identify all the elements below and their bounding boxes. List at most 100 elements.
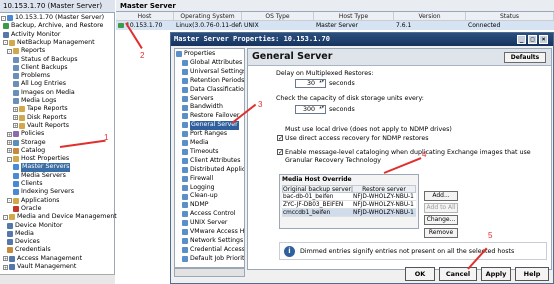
- expand-icon[interactable]: +: [13, 115, 18, 121]
- tree-item[interactable]: Media: [7, 230, 34, 238]
- tree-item[interactable]: - 10.153.1.70 (Master Server): [1, 14, 104, 22]
- column-header-host[interactable]: Host: [116, 12, 174, 21]
- tree-item[interactable]: Media Logs: [13, 97, 56, 105]
- properties-tree-item[interactable]: Data Classification: [182, 86, 244, 94]
- properties-tree-item[interactable]: Distributed Applicatio: [182, 166, 244, 174]
- minimize-icon[interactable]: _: [517, 35, 526, 44]
- tree-item[interactable]: + Vault Reports: [13, 122, 69, 130]
- column-header-status[interactable]: Status: [466, 12, 554, 21]
- cell-os[interactable]: Linux(3.0.76-0.11-defa...: [174, 21, 242, 30]
- properties-tree-item[interactable]: Universal Settings: [182, 68, 244, 76]
- properties-tree-item[interactable]: Port Ranges: [182, 130, 227, 138]
- override-original-1[interactable]: ZYC-JF-DB03_BEIFEN: [282, 201, 352, 209]
- tree-item[interactable]: + Tape Reports: [13, 105, 68, 113]
- properties-tree-scrollbar[interactable]: [174, 268, 245, 277]
- column-header-version[interactable]: Version: [394, 12, 466, 21]
- expand-icon[interactable]: +: [13, 106, 18, 112]
- check-capacity-spinner[interactable]: 300: [295, 105, 326, 114]
- tree-item[interactable]: - Media and Device Management: [3, 213, 117, 221]
- tree-item[interactable]: Status of Backups: [13, 56, 78, 64]
- tree-item[interactable]: Activity Monitor: [3, 31, 61, 39]
- collapse-icon[interactable]: -: [3, 214, 8, 220]
- expand-icon[interactable]: +: [3, 264, 8, 270]
- tree-item[interactable]: Images on Media: [13, 89, 75, 97]
- add-to-all-button[interactable]: Add to All: [424, 203, 458, 213]
- collapse-icon[interactable]: -: [1, 15, 6, 21]
- column-header-os[interactable]: Operating System: [174, 12, 242, 21]
- direct-access-checkbox[interactable]: ✓: [277, 135, 283, 142]
- properties-tree-item[interactable]: Global Attributes: [182, 59, 242, 67]
- cell-host-type[interactable]: Master Server: [314, 21, 394, 30]
- override-restore-2[interactable]: NFJD-WHOLZY-NBU-1: [352, 209, 416, 217]
- override-original-0[interactable]: bac-db-01_beifen: [282, 193, 352, 201]
- tree-item[interactable]: Problems: [13, 72, 50, 80]
- properties-tree-item[interactable]: Properties: [176, 50, 215, 58]
- tree-item[interactable]: + Policies: [7, 130, 44, 138]
- collapse-icon[interactable]: -: [7, 48, 12, 54]
- horizontal-scrollbar[interactable]: [0, 274, 115, 284]
- override-restore-1[interactable]: NFJD-WHOLZY-NBU-1: [352, 201, 416, 209]
- apply-button[interactable]: Apply: [481, 267, 511, 281]
- help-button[interactable]: Help: [515, 267, 549, 281]
- expand-icon[interactable]: +: [13, 123, 18, 129]
- tree-item[interactable]: Backup, Archive, and Restore: [3, 22, 103, 30]
- change-button[interactable]: Change...: [424, 215, 458, 225]
- properties-tree-item[interactable]: Logging: [182, 184, 215, 192]
- properties-tree-item[interactable]: Client Attributes: [182, 157, 240, 165]
- tree-item[interactable]: - Applications: [7, 197, 59, 205]
- cell-os-type[interactable]: UNIX: [242, 21, 314, 30]
- column-header-original-backup-server[interactable]: Original backup server: [282, 185, 352, 193]
- tree-item[interactable]: + Catalog: [7, 147, 45, 155]
- properties-tree-item[interactable]: Access Control: [182, 210, 236, 218]
- properties-tree-item[interactable]: Restore Failover: [182, 112, 239, 120]
- column-header-restore-server[interactable]: Restore server: [352, 185, 416, 193]
- tree-item[interactable]: + Storage: [7, 139, 46, 147]
- delay-spinner[interactable]: 30: [295, 79, 326, 88]
- granular-recovery-checkbox[interactable]: ✓: [277, 149, 283, 156]
- tree-item[interactable]: + Vault Management: [3, 263, 76, 271]
- tree-item[interactable]: + Disk Reports: [13, 114, 67, 122]
- expand-icon[interactable]: +: [3, 256, 8, 262]
- cell-version[interactable]: 7.6.1: [394, 21, 466, 30]
- tree-item[interactable]: Clients: [13, 180, 43, 188]
- tree-item[interactable]: All Log Entries: [13, 80, 66, 88]
- properties-tree-item[interactable]: Credential Access: [182, 246, 244, 254]
- add-button[interactable]: Add...: [424, 191, 458, 201]
- remove-button[interactable]: Remove: [424, 228, 458, 238]
- defaults-button[interactable]: Defaults: [504, 52, 546, 63]
- tree-item[interactable]: + Access Management: [3, 255, 82, 263]
- cancel-button[interactable]: Cancel: [439, 267, 477, 281]
- properties-tree-item[interactable]: Clean-up: [182, 192, 218, 200]
- properties-tree-item[interactable]: NDMP: [182, 201, 208, 209]
- properties-tree-item[interactable]: Timeouts: [182, 148, 219, 156]
- dialog-title-bar[interactable]: Master Server Properties: 10.153.1.70 _ …: [171, 33, 553, 46]
- ok-button[interactable]: OK: [405, 267, 435, 281]
- properties-tree-item[interactable]: VMware Access Ho: [182, 228, 244, 236]
- column-header-host-type[interactable]: Host Type: [314, 12, 394, 21]
- properties-tree-item[interactable]: Media: [182, 139, 209, 147]
- tree-item[interactable]: Indexing Servers: [13, 188, 74, 196]
- collapse-icon[interactable]: -: [7, 198, 12, 204]
- column-header-os-type[interactable]: OS Type: [242, 12, 314, 21]
- close-icon[interactable]: ×: [539, 35, 548, 44]
- tree-item[interactable]: Devices: [7, 238, 40, 246]
- expand-icon[interactable]: +: [7, 140, 12, 146]
- cell-status[interactable]: Connected: [466, 21, 554, 30]
- collapse-icon[interactable]: -: [3, 40, 8, 46]
- properties-tree-item[interactable]: Retention Periods: [182, 77, 244, 85]
- tree-item[interactable]: - Reports: [7, 47, 45, 55]
- tree-item[interactable]: Master Servers: [13, 163, 71, 172]
- properties-tree-item[interactable]: Bandwidth: [182, 103, 223, 111]
- tree-item[interactable]: Oracle: [13, 205, 42, 213]
- maximize-icon[interactable]: □: [528, 35, 537, 44]
- expand-icon[interactable]: +: [7, 131, 12, 137]
- tree-item[interactable]: - Host Properties: [7, 155, 69, 163]
- tree-item[interactable]: Client Backups: [13, 64, 68, 72]
- properties-tree-item[interactable]: Network Settings: [182, 237, 243, 245]
- tree-item[interactable]: Device Monitor: [7, 222, 62, 230]
- tree-item[interactable]: - NetBackup Management: [3, 39, 95, 47]
- expand-icon[interactable]: +: [7, 148, 12, 154]
- properties-tree-item[interactable]: Firewall: [182, 175, 213, 183]
- properties-tree-item[interactable]: Servers: [182, 95, 214, 103]
- tree-item[interactable]: Credentials: [7, 246, 51, 254]
